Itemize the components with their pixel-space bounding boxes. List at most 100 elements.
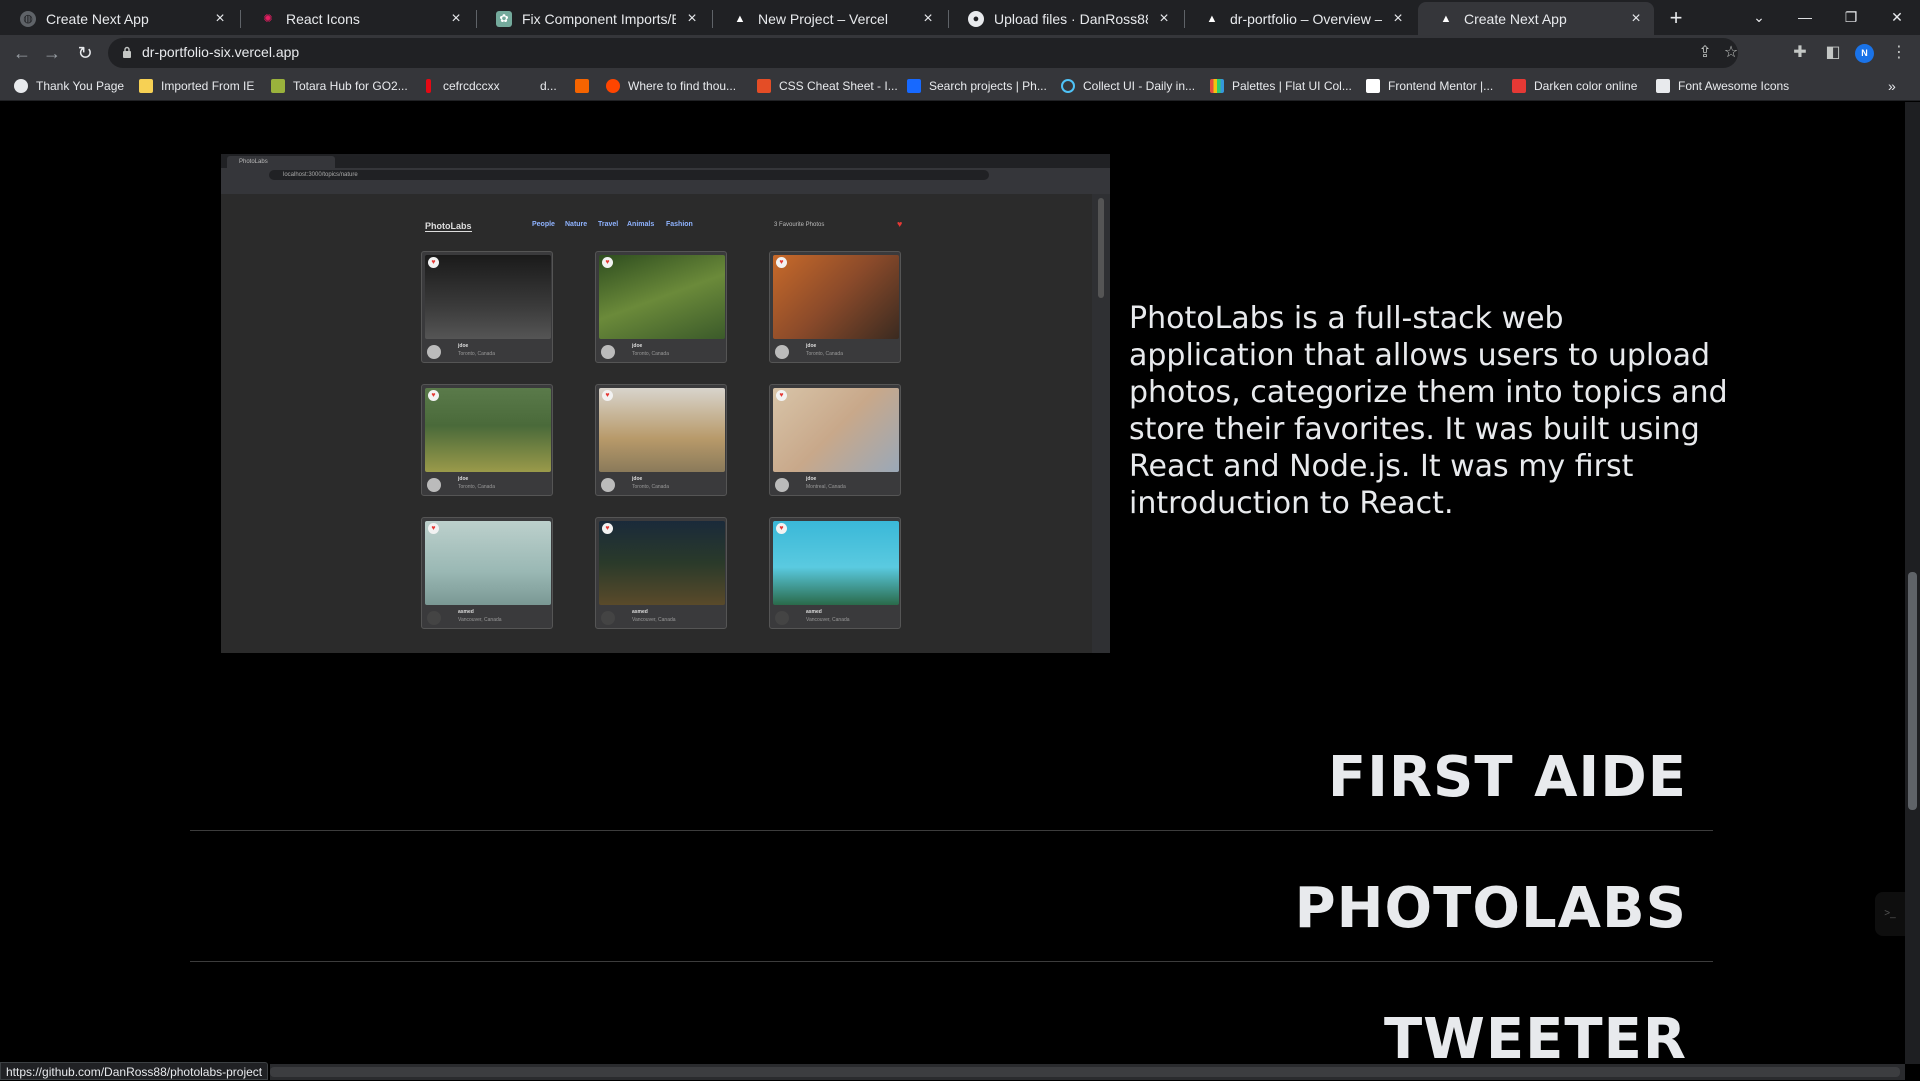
- bookmark-item[interactable]: Where to find thou...: [606, 77, 736, 95]
- back-arrow-icon[interactable]: ←: [8, 39, 36, 67]
- folder-icon: [139, 79, 153, 93]
- window-close-icon[interactable]: ✕: [1874, 0, 1920, 35]
- close-icon[interactable]: ×: [1390, 10, 1406, 27]
- photo-card: ♥ asmed Vancouver, Canada: [595, 517, 727, 629]
- photo-username: asmed: [632, 609, 648, 615]
- photo-username: jdoe: [632, 476, 643, 482]
- heart-icon: ♥: [776, 257, 787, 268]
- photo-location: Montreal, Canada: [806, 484, 846, 490]
- page-viewport: PhotoLabs localhost:3000/topics/nature P…: [0, 102, 1905, 1080]
- bookmark-item[interactable]: Palettes | Flat UI Col...: [1210, 77, 1352, 95]
- close-icon[interactable]: ×: [1628, 10, 1644, 27]
- minimize-icon[interactable]: —: [1782, 0, 1828, 35]
- heart-icon: ♥: [776, 390, 787, 401]
- bookmark-item[interactable]: Thank You Page: [14, 77, 124, 95]
- globe-icon: ◍: [20, 10, 36, 27]
- project-title-photolabs[interactable]: PHOTOLABS: [1295, 876, 1687, 941]
- vercel-icon: ▲: [1440, 12, 1452, 25]
- photo-image: [773, 388, 899, 472]
- photo-username: jdoe: [806, 476, 817, 482]
- browser-tab-active[interactable]: ▲ Create Next App ×: [1418, 2, 1654, 35]
- tab-title: dr-portfolio – Overview – Vercel: [1230, 10, 1382, 27]
- browser-tab[interactable]: ◍ Create Next App ×: [0, 2, 238, 35]
- browser-tab[interactable]: ● Upload files · DanRoss88/DRport ×: [948, 2, 1182, 35]
- bookmark-item[interactable]: Imported From IE: [139, 77, 254, 95]
- avatar: [775, 478, 789, 492]
- photo-card: ♥ asmed Vancouver, Canada: [769, 517, 901, 629]
- flag-icon: [1656, 79, 1670, 93]
- bookmark-star-icon[interactable]: ☆: [1718, 40, 1744, 66]
- lock-icon: [123, 46, 131, 58]
- bookmark-item[interactable]: Frontend Mentor |...: [1366, 77, 1493, 95]
- url-text: dr-portfolio-six.vercel.app: [142, 44, 300, 60]
- bookmark-item[interactable]: Darken color online: [1512, 77, 1637, 95]
- topic-fashion: Fashion: [666, 221, 693, 228]
- bookmark-item[interactable]: CSS Cheat Sheet - I...: [757, 77, 898, 95]
- share-icon[interactable]: ⇪: [1692, 40, 1718, 66]
- bookmark-item[interactable]: Search projects | Ph...: [907, 77, 1047, 95]
- topic-travel: Travel: [598, 221, 619, 228]
- topic-animals: Animals: [627, 221, 655, 228]
- darken-color-icon: [1512, 79, 1526, 93]
- heart-icon: ♥: [428, 523, 439, 534]
- browser-tab[interactable]: ✿ Fix Component Imports/Exports ×: [476, 2, 710, 35]
- project-title-tweeter[interactable]: TWEETER: [1384, 1007, 1687, 1072]
- bookmark-item[interactable]: cefrcdccxx: [426, 77, 500, 95]
- extensions-puzzle-icon[interactable]: ✚: [1787, 40, 1813, 66]
- side-panel-icon[interactable]: ◧: [1820, 40, 1846, 66]
- photo-location: Vancouver, Canada: [632, 617, 676, 623]
- close-icon[interactable]: ×: [1156, 10, 1172, 27]
- project-title-first-aide[interactable]: FIRST AIDE: [1328, 745, 1687, 810]
- horizontal-scroll-thumb[interactable]: [270, 1067, 1900, 1077]
- screenshot-tab-bar: PhotoLabs: [221, 154, 1110, 168]
- avatar: [601, 611, 615, 625]
- photo-location: Toronto, Canada: [458, 484, 495, 490]
- more-bookmarks-chevron-icon[interactable]: »: [1888, 77, 1896, 95]
- browser-tab[interactable]: ▲ dr-portfolio – Overview – Vercel ×: [1184, 2, 1416, 35]
- forward-arrow-icon[interactable]: →: [38, 39, 66, 67]
- bookmark-item[interactable]: d...: [540, 77, 557, 95]
- browser-tab[interactable]: ✺ React Icons ×: [240, 2, 474, 35]
- photo-image: [599, 521, 725, 605]
- more-menu-icon[interactable]: ⋮: [1886, 40, 1912, 66]
- heart-icon: ♥: [428, 257, 439, 268]
- new-tab-plus-icon[interactable]: +: [1662, 4, 1690, 32]
- screenshot-scroll-thumb: [1098, 198, 1104, 298]
- close-icon[interactable]: ×: [684, 10, 700, 27]
- bookmark-item[interactable]: Font Awesome Icons: [1656, 77, 1789, 95]
- photo-image: [425, 388, 551, 472]
- browser-tab-bar: ◍ Create Next App × ✺ React Icons × ✿ Fi…: [0, 0, 1920, 35]
- close-icon[interactable]: ×: [448, 10, 464, 27]
- close-icon[interactable]: ×: [212, 10, 228, 27]
- heart-icon: ♥: [897, 219, 903, 229]
- screenshot-url: localhost:3000/topics/nature: [269, 170, 989, 180]
- bookmark-item[interactable]: [575, 77, 589, 95]
- page-scroll-thumb[interactable]: [1908, 572, 1917, 810]
- avatar: [775, 611, 789, 625]
- bookmark-item[interactable]: Totara Hub for GO2...: [271, 77, 408, 95]
- photo-username: asmed: [458, 609, 474, 615]
- project-screenshot[interactable]: PhotoLabs localhost:3000/topics/nature P…: [221, 154, 1110, 653]
- globe-icon: [14, 79, 28, 93]
- photo-image: [773, 521, 899, 605]
- project-description: PhotoLabs is a full-stack web applicatio…: [1129, 301, 1728, 521]
- page-scrollbar[interactable]: [1905, 102, 1920, 1064]
- floating-widget-icon[interactable]: >_: [1875, 892, 1905, 936]
- tab-search-chevron-icon[interactable]: ⌄: [1736, 0, 1782, 35]
- avatar: [601, 345, 615, 359]
- photo-image: [773, 255, 899, 339]
- reload-icon[interactable]: ↻: [71, 39, 99, 67]
- photo-username: jdoe: [806, 343, 817, 349]
- close-icon[interactable]: ×: [920, 10, 936, 27]
- bookmark-item[interactable]: Collect UI - Daily in...: [1061, 77, 1195, 95]
- divider: [190, 830, 1713, 831]
- screenshot-tab: PhotoLabs: [227, 156, 335, 168]
- profile-avatar[interactable]: N: [1855, 44, 1874, 63]
- avatar: [601, 478, 615, 492]
- browser-tab[interactable]: ▲ New Project – Vercel ×: [712, 2, 946, 35]
- photo-location: Toronto, Canada: [632, 351, 669, 357]
- heart-icon: ♥: [602, 390, 613, 401]
- horizontal-scrollbar[interactable]: [270, 1064, 1905, 1080]
- address-bar[interactable]: dr-portfolio-six.vercel.app ⇪ ☆: [108, 38, 1738, 68]
- maximize-icon[interactable]: ❐: [1828, 0, 1874, 35]
